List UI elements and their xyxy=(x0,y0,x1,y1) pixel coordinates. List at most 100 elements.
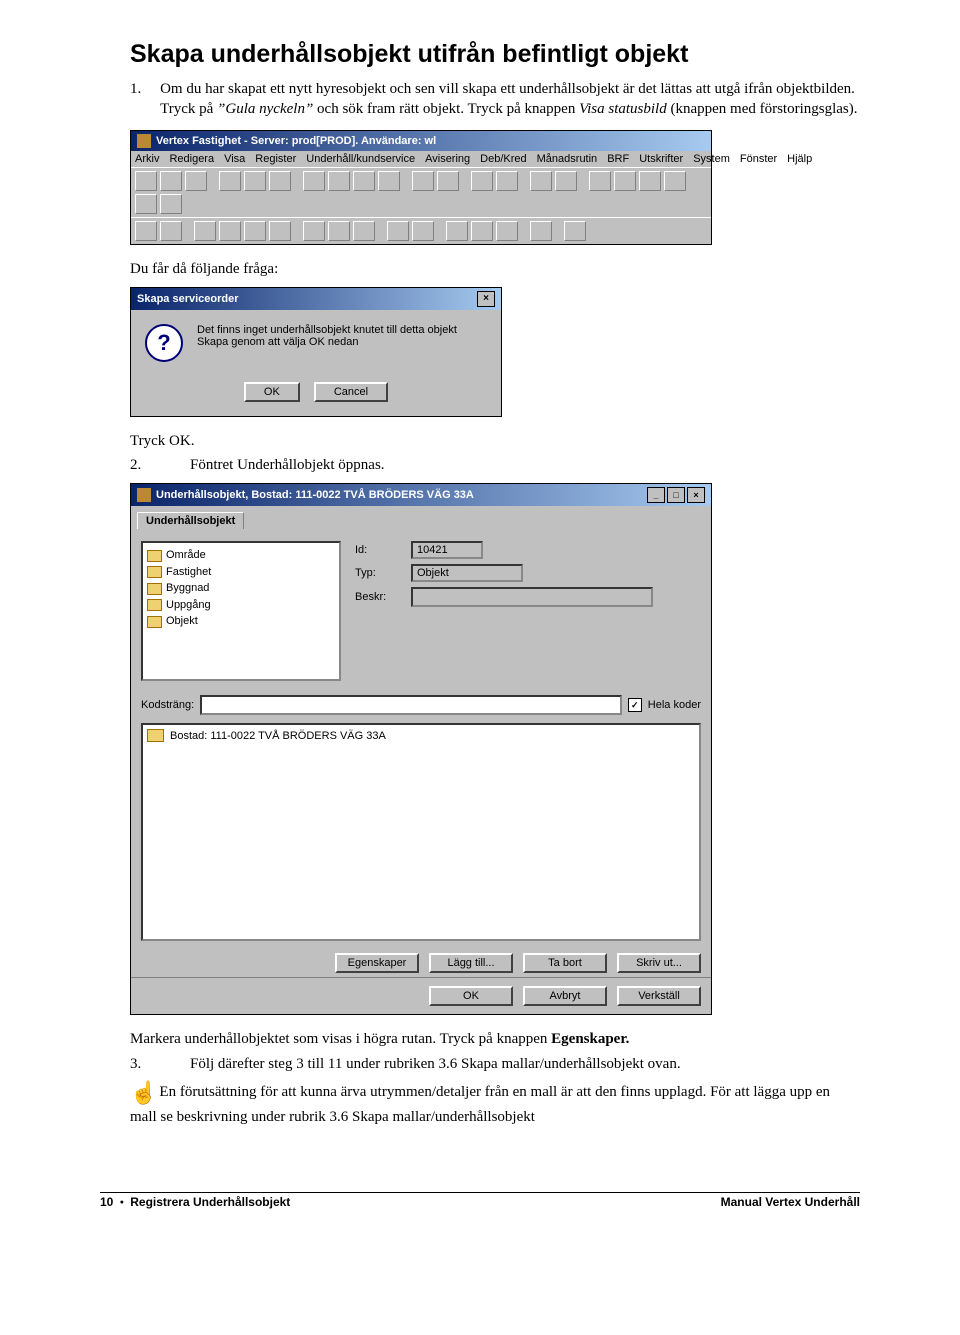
lagg-till-button[interactable]: Lägg till... xyxy=(429,953,513,973)
visa-statusbild: Visa statusbild xyxy=(579,101,667,117)
toolbar-btn[interactable] xyxy=(269,221,291,241)
toolbar-btn[interactable] xyxy=(160,194,182,214)
toolbar-btn[interactable] xyxy=(437,171,459,191)
tab-underhallsobjekt[interactable]: Underhållsobjekt xyxy=(137,512,244,529)
step-3-text: Följ därefter steg 3 till 11 under rubri… xyxy=(190,1054,681,1074)
dialog-title: Skapa serviceorder xyxy=(137,293,239,305)
menu-register[interactable]: Register xyxy=(255,153,296,165)
verkstall-button[interactable]: Verkställ xyxy=(617,986,701,1006)
typ-field: Objekt xyxy=(411,564,523,582)
tree-list[interactable]: Område Fastighet Byggnad Uppgång Objekt xyxy=(141,541,341,681)
toolbar-btn[interactable] xyxy=(135,221,157,241)
toolbar-btn[interactable] xyxy=(135,171,157,191)
toolbar-btn[interactable] xyxy=(328,221,350,241)
toolbar-btn[interactable] xyxy=(387,221,409,241)
menu-hjalp[interactable]: Hjälp xyxy=(787,153,812,165)
toolbar-btn[interactable] xyxy=(471,221,493,241)
close-icon[interactable]: × xyxy=(687,487,705,503)
toolbar-btn[interactable] xyxy=(219,221,241,241)
egenskaper-button[interactable]: Egenskaper xyxy=(335,953,419,973)
menu-arkiv[interactable]: Arkiv xyxy=(135,153,159,165)
toolbar-btn[interactable] xyxy=(614,171,636,191)
toolbar-btn[interactable] xyxy=(412,221,434,241)
mark-instruction: Markera underhållobjektet som visas i hö… xyxy=(130,1029,860,1049)
hela-koder-checkbox[interactable]: ✓ xyxy=(628,698,642,712)
step-3-number: 3. xyxy=(130,1054,190,1074)
id-label: Id: xyxy=(355,544,405,556)
avbryt-button[interactable]: Avbryt xyxy=(523,986,607,1006)
details-panel: Id: 10421 Typ: Objekt Beskr: xyxy=(345,535,705,685)
kodstrang-label: Kodsträng: xyxy=(141,699,194,711)
menu-avisering[interactable]: Avisering xyxy=(425,153,470,165)
tree-item: Uppgång xyxy=(147,597,335,614)
list-item[interactable]: Bostad: 111-0022 TVÅ BRÖDERS VÄG 33A xyxy=(145,727,697,744)
tryck-ok: Tryck OK. xyxy=(130,431,860,451)
toolbar-btn[interactable] xyxy=(160,221,182,241)
tree-item: Objekt xyxy=(147,613,335,630)
toolbar-btn[interactable] xyxy=(244,221,266,241)
menu-brf[interactable]: BRF xyxy=(607,153,629,165)
hand-icon: ☝ xyxy=(130,1080,157,1105)
menu-redigera[interactable]: Redigera xyxy=(169,153,214,165)
toolbar-btn[interactable] xyxy=(496,221,518,241)
toolbar-btn[interactable] xyxy=(471,171,493,191)
folder-icon xyxy=(147,583,162,595)
toolbar-btn[interactable] xyxy=(160,171,182,191)
toolbar-btn[interactable] xyxy=(328,171,350,191)
menu-utskrifter[interactable]: Utskrifter xyxy=(639,153,683,165)
toolbar-btn[interactable] xyxy=(269,171,291,191)
close-icon[interactable]: × xyxy=(477,291,495,307)
maximize-icon[interactable]: □ xyxy=(667,487,685,503)
cancel-button[interactable]: Cancel xyxy=(314,382,388,402)
menu-debkred[interactable]: Deb/Kred xyxy=(480,153,526,165)
toolbar-btn[interactable] xyxy=(353,171,375,191)
toolbar-btn[interactable] xyxy=(589,171,611,191)
ok-button[interactable]: OK xyxy=(244,382,300,402)
toolbar-btn[interactable] xyxy=(135,194,157,214)
toolbar-btn[interactable] xyxy=(303,171,325,191)
toolbar-btn[interactable] xyxy=(664,171,686,191)
toolbar-btn[interactable] xyxy=(412,171,434,191)
serviceorder-dialog: Skapa serviceorder × ? Det finns inget u… xyxy=(130,287,502,417)
result-listbox[interactable]: Bostad: 111-0022 TVÅ BRÖDERS VÄG 33A xyxy=(141,723,701,941)
menu-system[interactable]: System xyxy=(693,153,730,165)
toolbar-btn[interactable] xyxy=(303,221,325,241)
tree-item: Område xyxy=(147,547,335,564)
toolbar-btn[interactable] xyxy=(353,221,375,241)
toolbar-btn[interactable] xyxy=(530,171,552,191)
gula-nyckeln: ”Gula nyckeln” xyxy=(217,101,313,117)
menu-visa[interactable]: Visa xyxy=(224,153,245,165)
ta-bort-button[interactable]: Ta bort xyxy=(523,953,607,973)
minimize-icon[interactable]: _ xyxy=(647,487,665,503)
ok-button[interactable]: OK xyxy=(429,986,513,1006)
hela-koder-label: Hela koder xyxy=(648,699,701,711)
toolbar-btn[interactable] xyxy=(555,171,577,191)
id-field: 10421 xyxy=(411,541,483,559)
question-icon: ? xyxy=(145,324,183,362)
tree-item: Byggnad xyxy=(147,580,335,597)
menu-manadsrutin[interactable]: Månadsrutin xyxy=(537,153,598,165)
step-2: 2. Föntret Underhållobjekt öppnas. xyxy=(130,455,860,475)
toolbar-btn[interactable] xyxy=(446,221,468,241)
toolbar-btn[interactable] xyxy=(185,171,207,191)
skriv-ut-button[interactable]: Skriv ut... xyxy=(617,953,701,973)
egenskaper-bold: Egenskaper. xyxy=(551,1031,629,1047)
toolbar-btn[interactable] xyxy=(244,171,266,191)
kodstrang-input[interactable] xyxy=(200,695,622,715)
app-title: Vertex Fastighet - Server: prod[PROD]. A… xyxy=(156,135,436,147)
toolbar-btn[interactable] xyxy=(496,171,518,191)
menu-fonster[interactable]: Fönster xyxy=(740,153,777,165)
toolbar-btn[interactable] xyxy=(564,221,586,241)
step-1-text-c: (knappen med förstoringsglas). xyxy=(667,101,858,117)
toolbar-btn[interactable] xyxy=(530,221,552,241)
toolbar-row-1 xyxy=(131,167,711,217)
toolbar-btn[interactable] xyxy=(194,221,216,241)
tree-item: Fastighet xyxy=(147,564,335,581)
folder-icon xyxy=(147,616,162,628)
menubar: Arkiv Redigera Visa Register Underhåll/k… xyxy=(131,151,711,167)
toolbar-btn[interactable] xyxy=(639,171,661,191)
toolbar-btn[interactable] xyxy=(219,171,241,191)
menu-underhall[interactable]: Underhåll/kundservice xyxy=(306,153,415,165)
toolbar-btn[interactable] xyxy=(378,171,400,191)
app-titlebar: Vertex Fastighet - Server: prod[PROD]. A… xyxy=(131,131,711,151)
